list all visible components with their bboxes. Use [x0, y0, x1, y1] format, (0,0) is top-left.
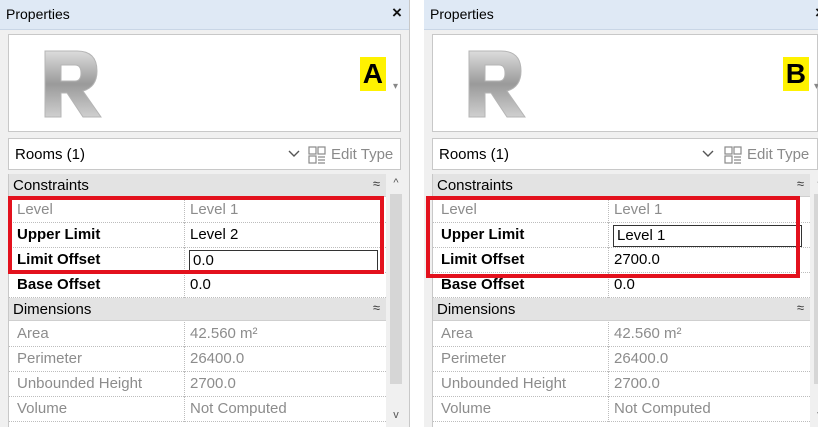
chevron-down-icon[interactable]: ▾ [814, 81, 818, 92]
property-name: Volume [433, 397, 609, 422]
property-name: Area [9, 322, 185, 347]
type-selector-value: Rooms (1) [15, 146, 86, 163]
property-value: 42.560 m² [614, 325, 682, 342]
property-name: Perimeter [9, 347, 185, 372]
section-constraints[interactable]: Constraints ≈ [9, 174, 386, 197]
edit-type-label: Edit Type [331, 146, 394, 163]
panel-divider [410, 0, 424, 427]
panel-title: Properties [6, 6, 70, 22]
revit-r-logo-icon [44, 50, 102, 118]
property-value: 26400.0 [614, 350, 669, 367]
scroll-down-icon[interactable]: v [812, 409, 818, 421]
section-label: Constraints [13, 177, 89, 194]
chevron-down-icon[interactable] [286, 145, 302, 161]
property-row-unbounded-height[interactable]: Unbounded Height 2700.0 [9, 372, 386, 397]
double-chevron-up-icon[interactable]: ≈ [797, 176, 804, 191]
close-icon[interactable]: × [387, 3, 407, 23]
type-selector[interactable]: Rooms (1) Edit Type [432, 138, 818, 170]
double-chevron-up-icon[interactable]: ≈ [373, 300, 380, 315]
section-dimensions[interactable]: Dimensions ≈ [9, 298, 386, 321]
properties-panel-b: Properties × B ▾ Rooms (1) [424, 0, 818, 427]
section-dimensions[interactable]: Dimensions ≈ [433, 298, 810, 321]
property-value: 26400.0 [190, 350, 245, 367]
section-label: Constraints [437, 177, 513, 194]
property-value: 2700.0 [614, 375, 660, 392]
edit-type-icon [724, 146, 742, 164]
property-row-base-offset[interactable]: Base Offset 0.0 [9, 273, 386, 298]
type-preview: B ▾ [432, 34, 818, 132]
section-label: Dimensions [13, 301, 92, 318]
property-name: Area [433, 322, 609, 347]
double-chevron-up-icon[interactable]: ≈ [797, 300, 804, 315]
panel-titlebar[interactable]: Properties × [424, 0, 818, 30]
vertical-scrollbar[interactable]: ^ v [812, 174, 818, 427]
scrollbar-thumb[interactable] [814, 194, 818, 384]
property-row-perimeter[interactable]: Perimeter 26400.0 [9, 347, 386, 372]
chevron-down-icon[interactable] [700, 145, 716, 161]
property-name: Unbounded Height [433, 372, 609, 397]
vertical-scrollbar[interactable]: ^ v [388, 174, 404, 427]
property-value: 42.560 m² [190, 325, 258, 342]
property-value: 2700.0 [190, 375, 236, 392]
revit-r-logo-icon [468, 50, 526, 118]
chevron-down-icon[interactable]: ▾ [393, 81, 398, 92]
property-name: Perimeter [433, 347, 609, 372]
property-row-volume[interactable]: Volume Not Computed [433, 397, 810, 422]
property-row-area[interactable]: Area 42.560 m² [9, 322, 386, 347]
double-chevron-up-icon[interactable]: ≈ [373, 176, 380, 191]
scroll-up-icon[interactable]: ^ [812, 177, 818, 189]
scrollbar-thumb[interactable] [390, 194, 402, 384]
type-selector-value: Rooms (1) [439, 146, 510, 163]
panel-label-badge: B [782, 57, 809, 91]
property-row-unbounded-height[interactable]: Unbounded Height 2700.0 [433, 372, 810, 397]
panel-titlebar[interactable]: Properties × [0, 0, 409, 30]
highlight-box [8, 196, 384, 274]
property-name: Volume [9, 397, 185, 422]
property-name: Base Offset [9, 273, 185, 298]
close-icon[interactable]: × [810, 3, 818, 23]
property-row-area[interactable]: Area 42.560 m² [433, 322, 810, 347]
section-constraints[interactable]: Constraints ≈ [433, 174, 810, 197]
property-name: Unbounded Height [9, 372, 185, 397]
property-value: Not Computed [190, 400, 287, 417]
panel-title: Properties [430, 6, 494, 22]
type-preview: A ▾ [8, 34, 401, 132]
property-row-perimeter[interactable]: Perimeter 26400.0 [433, 347, 810, 372]
property-row-volume[interactable]: Volume Not Computed [9, 397, 386, 422]
properties-panel-a: Properties × A ▾ Rooms (1) Edit Type Con… [0, 0, 410, 427]
panel-label-badge: A [359, 57, 386, 91]
section-label: Dimensions [437, 301, 516, 318]
highlight-box [426, 196, 800, 278]
scroll-down-icon[interactable]: v [388, 409, 404, 421]
edit-type-icon [308, 146, 326, 164]
property-value: Not Computed [614, 400, 711, 417]
edit-type-label: Edit Type [747, 146, 810, 163]
scroll-up-icon[interactable]: ^ [388, 177, 404, 189]
type-selector[interactable]: Rooms (1) Edit Type [8, 138, 401, 170]
property-value-field[interactable]: 0.0 [186, 273, 386, 298]
